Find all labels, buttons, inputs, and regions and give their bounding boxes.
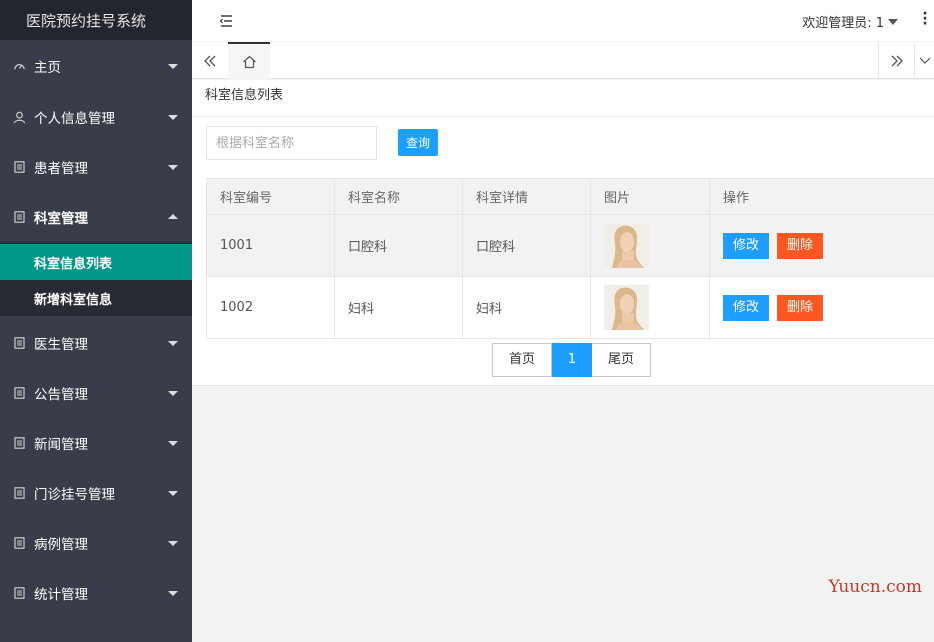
chevron-down-icon — [168, 491, 178, 496]
sidebar-subitem-department-list[interactable]: 科室信息列表 — [0, 244, 192, 280]
sidebar-item-notices[interactable]: 公告管理 — [0, 368, 192, 418]
tab-scroll-left-button[interactable] — [192, 42, 228, 79]
sidebar-item-cases[interactable]: 病例管理 — [0, 518, 192, 568]
sidebar-item-label: 公告管理 — [34, 387, 88, 403]
column-header[interactable]: 图片 — [590, 178, 710, 215]
column-header[interactable]: 科室编号 — [206, 178, 335, 215]
doc-icon — [12, 160, 26, 174]
sidebar-item-home[interactable]: 主页 — [0, 40, 192, 92]
search-input[interactable] — [206, 126, 377, 160]
cell-actions: 修改 删除 — [709, 214, 934, 277]
sidebar-item-label: 统计管理 — [34, 587, 88, 603]
tab-menu-button[interactable] — [914, 42, 934, 79]
sidebar-item-label: 医生管理 — [34, 337, 88, 353]
column-header[interactable]: 操作 — [709, 178, 934, 215]
chevron-down-icon — [168, 115, 178, 120]
column-header[interactable]: 科室详情 — [462, 178, 591, 215]
chevron-down-icon — [168, 591, 178, 596]
cell-image — [590, 276, 710, 339]
chevron-down-icon — [168, 165, 178, 170]
chevron-down-icon — [168, 541, 178, 546]
doc-icon — [12, 210, 26, 224]
double-chevron-left-icon — [204, 55, 216, 66]
cell-name: 妇科 — [334, 276, 463, 339]
chevron-down-icon — [888, 18, 898, 25]
menu-fold-icon[interactable] — [218, 13, 234, 29]
doc-icon — [12, 336, 26, 350]
tab-home[interactable] — [228, 42, 270, 79]
more-vertical-icon[interactable]: · · · — [922, 7, 928, 31]
sidebar-item-label: 新闻管理 — [34, 437, 88, 453]
sidebar-subitem-add-department[interactable]: 新增科室信息 — [0, 280, 192, 316]
delete-button[interactable]: 删除 — [777, 294, 824, 321]
cell-detail: 妇科 — [462, 276, 591, 339]
pagination: 首页 1 尾页 — [492, 343, 651, 377]
search-button[interactable]: 查询 — [398, 129, 438, 156]
sidebar-item-statistics[interactable]: 统计管理 — [0, 568, 192, 618]
sidebar-subnav-departments: 科室信息列表 新增科室信息 — [0, 242, 192, 316]
sidebar-item-label: 病例管理 — [34, 537, 88, 553]
table-header-row: 科室编号 科室名称 科室详情 图片 操作 — [206, 178, 934, 215]
sidebar-item-label: 主页 — [34, 60, 61, 76]
cell-detail: 口腔科 — [462, 214, 591, 277]
gauge-icon — [12, 59, 26, 73]
sidebar-item-label: 科室管理 — [34, 211, 88, 227]
table-row: 1002 妇科 妇科 修改 删除 — [206, 276, 934, 339]
department-list-card: 科室信息列表 查询 科室编号 科室名称 科室详情 图片 操作 1001 口腔科 … — [192, 80, 934, 386]
cell-image — [590, 214, 710, 277]
welcome-text: 欢迎管理员: 1 — [802, 16, 884, 31]
cell-id: 1001 — [206, 214, 335, 277]
sidebar-item-label: 个人信息管理 — [34, 111, 115, 127]
page-first-button[interactable]: 首页 — [492, 343, 552, 377]
department-image — [604, 223, 649, 268]
doc-icon — [12, 486, 26, 500]
sidebar-item-news[interactable]: 新闻管理 — [0, 418, 192, 468]
sidebar-item-label: 门诊挂号管理 — [34, 487, 115, 503]
user-icon — [12, 110, 26, 124]
doc-icon — [12, 386, 26, 400]
tab-bar — [192, 42, 934, 79]
top-header: 欢迎管理员: 1 · · · — [192, 0, 934, 42]
column-header[interactable]: 科室名称 — [334, 178, 463, 215]
chevron-up-icon — [168, 214, 178, 219]
sidebar-item-departments[interactable]: 科室管理 — [0, 192, 192, 242]
double-chevron-right-icon — [891, 55, 903, 66]
tab-scroll-right-button[interactable] — [878, 42, 914, 79]
cell-id: 1002 — [206, 276, 335, 339]
card-title: 科室信息列表 — [192, 80, 934, 117]
sidebar-item-patients[interactable]: 患者管理 — [0, 142, 192, 192]
sidebar: 医院预约挂号系统 主页 个人信息管理 患者管理 科室管理 科室信息列表 新增科室… — [0, 0, 192, 642]
delete-button[interactable]: 删除 — [777, 232, 824, 259]
table-row: 1001 口腔科 口腔科 修改 删除 — [206, 214, 934, 277]
sidebar-item-profile[interactable]: 个人信息管理 — [0, 92, 192, 142]
doc-icon — [12, 586, 26, 600]
sidebar-item-doctors[interactable]: 医生管理 — [0, 318, 192, 368]
user-menu[interactable]: 欢迎管理员: 1 — [802, 12, 898, 31]
chevron-down-icon — [168, 391, 178, 396]
edit-button[interactable]: 修改 — [723, 232, 770, 259]
cell-name: 口腔科 — [334, 214, 463, 277]
sidebar-item-label: 患者管理 — [34, 161, 88, 177]
page-last-button[interactable]: 尾页 — [592, 343, 651, 377]
watermark: Yuucn.com — [828, 577, 922, 597]
chevron-down-icon — [168, 441, 178, 446]
chevron-down-icon — [168, 64, 178, 69]
home-icon — [242, 55, 256, 68]
doc-icon — [12, 436, 26, 450]
edit-button[interactable]: 修改 — [723, 294, 770, 321]
chevron-down-icon — [919, 57, 930, 64]
department-table: 科室编号 科室名称 科室详情 图片 操作 1001 口腔科 口腔科 修改 删除 … — [206, 178, 934, 339]
app-title: 医院预约挂号系统 — [0, 0, 192, 40]
page-current[interactable]: 1 — [552, 343, 592, 377]
doc-icon — [12, 536, 26, 550]
chevron-down-icon — [168, 341, 178, 346]
sidebar-item-registrations[interactable]: 门诊挂号管理 — [0, 468, 192, 518]
department-image — [604, 285, 649, 330]
cell-actions: 修改 删除 — [709, 276, 934, 339]
